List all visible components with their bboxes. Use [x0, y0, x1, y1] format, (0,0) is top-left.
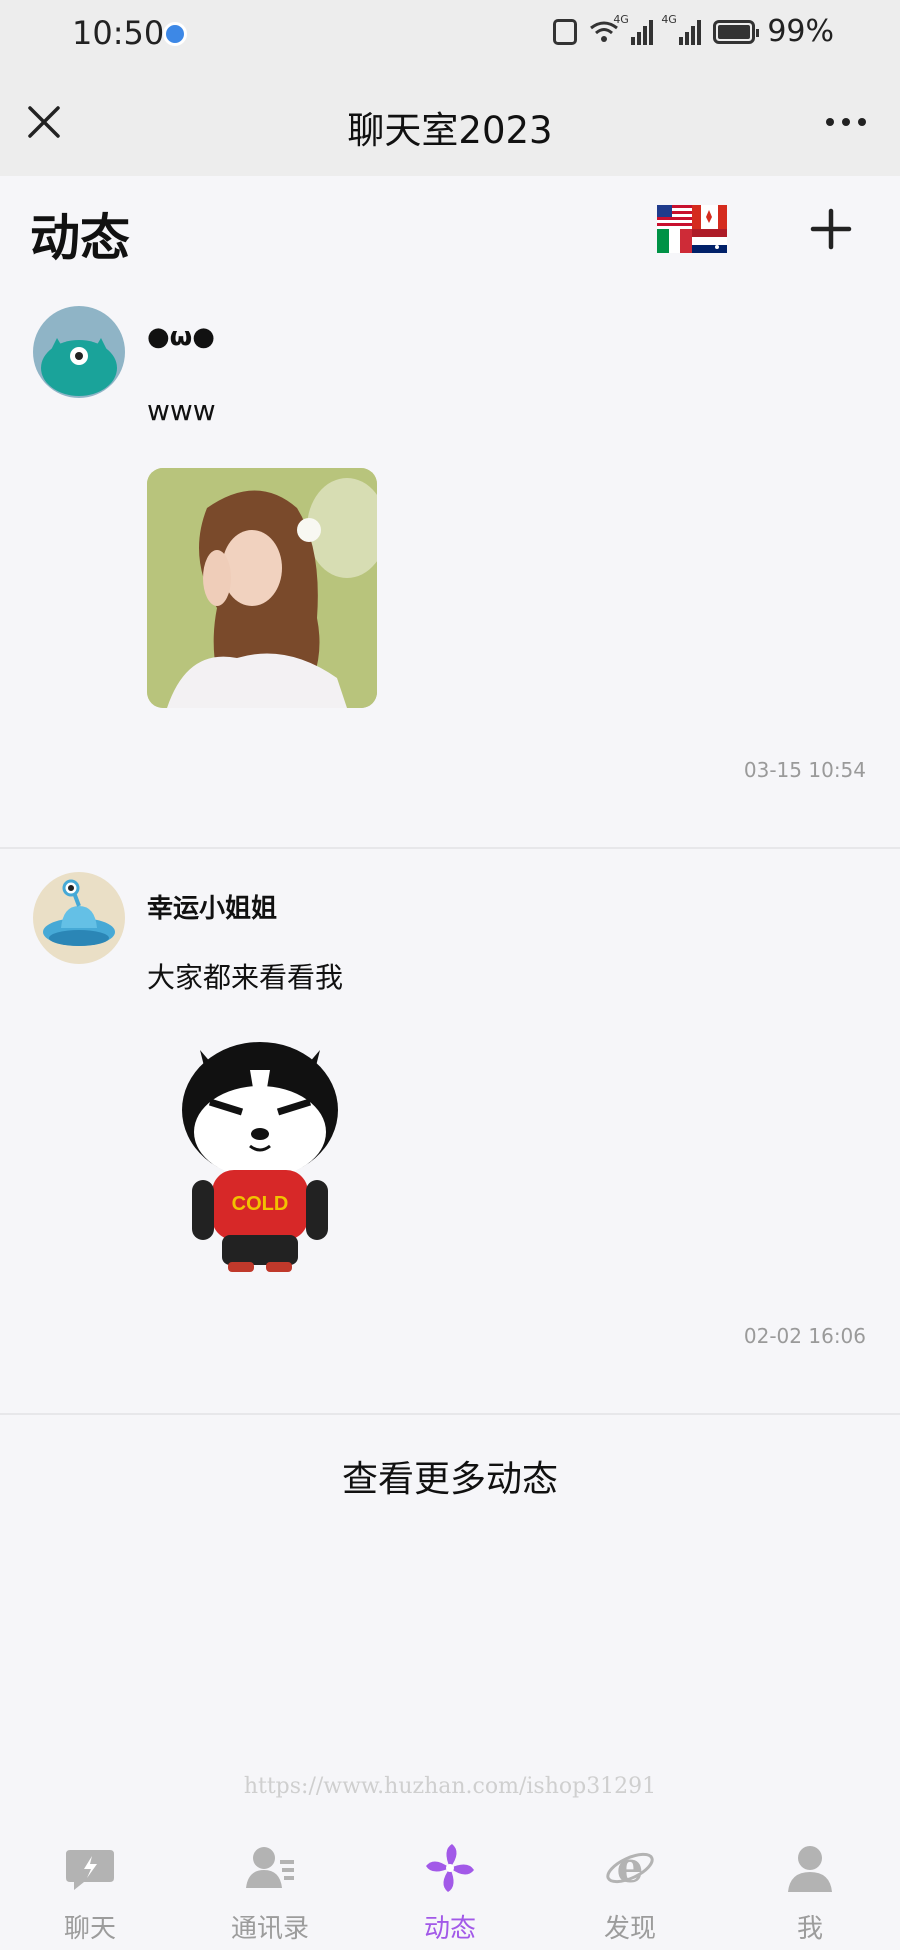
nav-label: 动态	[423, 1914, 476, 1944]
moments-icon	[426, 1844, 474, 1892]
moments-page: 10:50 4G 4G 99% 聊天室2023 动态 ●ω● www 03-15…	[0, 0, 900, 1950]
nav-item-chat[interactable]: 聊天	[0, 1826, 180, 1950]
avatar[interactable]	[33, 872, 125, 964]
ufo-avatar-icon	[43, 879, 115, 946]
nav-label: 我	[796, 1914, 823, 1944]
post-time: 02-02 16:06	[743, 1324, 866, 1348]
sticker-text: COLD	[232, 1193, 289, 1215]
nav-item-me[interactable]: 我	[720, 1826, 900, 1950]
cartoon-sticker-image[interactable]: COLD	[170, 1030, 350, 1280]
post-item[interactable]: 幸运小姐姐 大家都来看看我 COLD 02-02 16:06	[0, 0, 900, 1414]
nav-label: 通讯录	[230, 1914, 309, 1944]
nav-item-contacts[interactable]: 通讯录	[180, 1826, 360, 1950]
nav-item-moments[interactable]: 动态	[360, 1826, 540, 1950]
nav-item-discover[interactable]: e 发现	[540, 1826, 720, 1950]
watermark: https://www.huzhan.com/ishop31291	[243, 1774, 657, 1799]
load-more-button[interactable]: 查看更多动态	[0, 1450, 900, 1502]
chat-icon	[66, 1850, 114, 1890]
nav-label: 聊天	[63, 1914, 116, 1944]
divider	[0, 1413, 900, 1415]
post-author[interactable]: 幸运小姐姐	[147, 888, 277, 925]
nav-label: 发现	[603, 1914, 656, 1944]
contacts-icon	[246, 1847, 294, 1888]
svg-text:e: e	[617, 1843, 644, 1892]
bottom-nav: 聊天 通讯录 动态 e 发现 我	[0, 1826, 900, 1950]
me-icon	[788, 1846, 832, 1892]
post-text: 大家都来看看我	[147, 961, 344, 994]
discover-icon: e	[606, 1843, 654, 1892]
